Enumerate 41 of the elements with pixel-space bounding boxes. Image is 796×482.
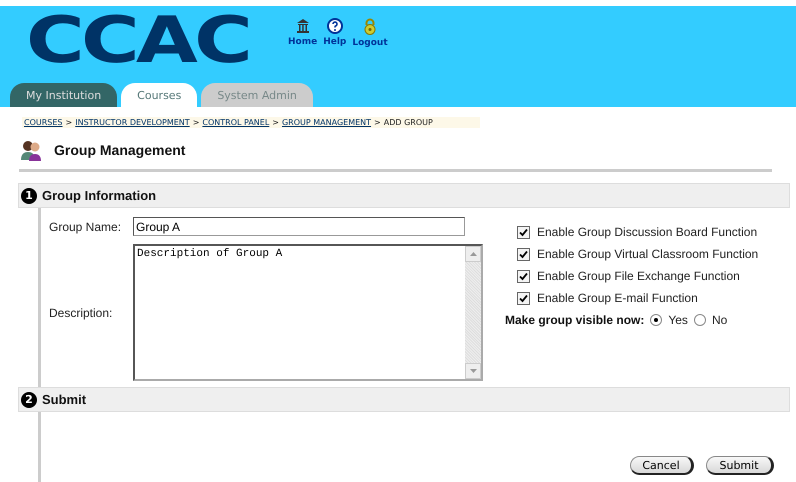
checkbox-label: Enable Group Virtual Classroom Function bbox=[537, 247, 758, 261]
radio-label: No bbox=[712, 313, 728, 327]
radio-label: Yes bbox=[668, 313, 688, 327]
field-label: Description: bbox=[49, 306, 114, 320]
breadcrumb-separator: > bbox=[272, 118, 279, 127]
step-number: 2 bbox=[21, 392, 37, 408]
breadcrumb-link[interactable]: CONTROL PANEL bbox=[202, 118, 270, 127]
field-label: Group Name: bbox=[49, 220, 122, 234]
people-icon bbox=[20, 139, 44, 161]
checkbox-label: Enable Group Discussion Board Function bbox=[537, 225, 758, 239]
breadcrumb-link[interactable]: COURSES bbox=[24, 118, 63, 127]
breadcrumb-link[interactable]: GROUP MANAGEMENT bbox=[282, 118, 372, 127]
breadcrumb-separator: > bbox=[192, 118, 200, 127]
checkbox[interactable] bbox=[517, 248, 530, 260]
radio-button[interactable] bbox=[694, 314, 706, 326]
breadcrumb-separator: > bbox=[374, 118, 381, 127]
nav-tab[interactable]: Courses bbox=[121, 83, 198, 107]
breadcrumb-current: ADD GROUP bbox=[384, 118, 433, 127]
submit-button[interactable]: Submit bbox=[706, 456, 774, 475]
visibility-label: Make group visible now: bbox=[505, 313, 644, 327]
radio-button[interactable] bbox=[650, 314, 662, 326]
checkbox[interactable] bbox=[517, 270, 530, 282]
nav-tab[interactable]: My Institution bbox=[10, 83, 118, 107]
page-title: Group Management bbox=[54, 142, 186, 158]
group-name-field[interactable]: Group A bbox=[133, 217, 465, 236]
step-number: 1 bbox=[21, 188, 37, 204]
section-title: Group Information bbox=[42, 188, 156, 203]
checkbox[interactable] bbox=[517, 226, 530, 238]
help-icon bbox=[326, 18, 343, 34]
section-title: Submit bbox=[42, 392, 86, 407]
cancel-button[interactable]: Cancel bbox=[630, 456, 694, 475]
checkbox-label: Enable Group File Exchange Function bbox=[537, 269, 740, 283]
checkbox[interactable] bbox=[517, 292, 530, 304]
header-link[interactable]: Home bbox=[288, 18, 318, 48]
header-link[interactable]: Help bbox=[323, 18, 346, 48]
checkbox-label: Enable Group E-mail Function bbox=[537, 291, 698, 305]
building-icon bbox=[294, 18, 311, 34]
header-link[interactable]: Logout bbox=[352, 18, 388, 48]
padlock-icon bbox=[363, 18, 377, 35]
breadcrumb-link[interactable]: INSTRUCTOR DEVELOPMENT bbox=[75, 118, 190, 127]
breadcrumb-separator: > bbox=[66, 118, 72, 127]
